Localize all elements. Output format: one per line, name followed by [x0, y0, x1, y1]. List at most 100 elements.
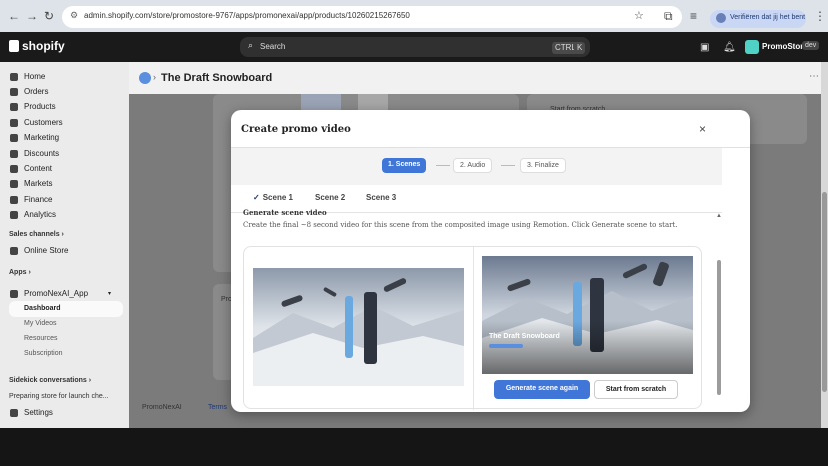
more-options-icon[interactable]: ⋯ — [809, 71, 819, 82]
sidebar: Home Orders Products Customers Marketing… — [0, 62, 129, 428]
tab-scene-1[interactable]: ✓ Scene 1 — [253, 193, 293, 202]
scene-video-preview[interactable]: The Draft Snowboard — [482, 256, 693, 374]
shopify-logo[interactable]: shopify — [9, 39, 65, 53]
sidebar-item-label: Customers — [24, 118, 63, 127]
sidebar-item-label: Orders — [24, 87, 49, 96]
start-from-scratch-button[interactable]: Start from scratch — [594, 380, 678, 399]
extensions-icon[interactable]: ⧉ — [664, 9, 673, 24]
browser-menu-icon[interactable]: ⋮ — [814, 9, 826, 23]
step-finalize[interactable]: 3. Finalize — [520, 158, 566, 173]
forward-icon[interactable]: → — [26, 9, 38, 23]
store-name[interactable]: PromoStore — [762, 42, 808, 51]
preview-caption: The Draft Snowboard — [489, 333, 560, 340]
sidebar-item-label: Products — [24, 102, 56, 111]
reload-icon[interactable]: ↻ — [44, 9, 54, 23]
page-scrollbar[interactable] — [821, 62, 828, 428]
sales-channels-heading[interactable]: Sales channels › — [9, 231, 64, 238]
sidekick-conversation-item[interactable]: Preparing store for launch che... — [9, 393, 109, 400]
tab-label: Scene 1 — [262, 193, 293, 202]
sidekick-label: Sidekick conversations — [9, 377, 87, 384]
sidebar-item-content[interactable]: Content — [10, 164, 52, 173]
sidebar-item-subscription[interactable]: Subscription — [24, 350, 63, 357]
sidebar-item-resources[interactable]: Resources — [24, 335, 57, 342]
step-scenes[interactable]: 1. Scenes — [382, 158, 427, 173]
shopify-topbar: shopify ⌕ Search CTRL K ▣ 🔔︎ PromoStore … — [0, 32, 828, 62]
home-icon — [10, 72, 18, 81]
sidebar-item-analytics[interactable]: Analytics — [10, 210, 56, 219]
sidebar-item-marketing[interactable]: Marketing — [10, 133, 59, 142]
sidebar-item-label: Home — [24, 72, 46, 81]
apps-heading[interactable]: Apps › — [9, 269, 31, 276]
search-placeholder: Search — [260, 42, 286, 51]
sidebar-item-customers[interactable]: Customers — [10, 118, 63, 127]
generate-scene-again-button[interactable]: Generate scene again — [494, 380, 590, 399]
modal-title: Create promo video — [241, 124, 351, 135]
reading-list-icon[interactable]: ≡ — [690, 9, 697, 23]
person-icon — [10, 118, 18, 127]
sidebar-item-label: Content — [24, 164, 53, 173]
sidekick-heading[interactable]: Sidekick conversations › — [9, 377, 91, 384]
sidebar-item-orders[interactable]: Orders — [10, 87, 48, 96]
footer-terms-link[interactable]: Terms — [208, 404, 227, 411]
discount-icon — [10, 149, 18, 158]
shopify-wordmark: shopify — [22, 39, 65, 53]
chevron-right-icon: › — [153, 72, 156, 82]
address-bar[interactable]: ⚙ admin.shopify.com/store/promostore-976… — [62, 6, 682, 28]
site-info-icon[interactable]: ⚙ — [70, 10, 78, 21]
store-icon — [10, 246, 18, 255]
page-scroll-thumb[interactable] — [822, 192, 827, 392]
bell-icon[interactable]: 🔔︎ — [723, 42, 736, 53]
footer-brand: PromoNexAI — [142, 404, 182, 411]
sidebar-item-finance[interactable]: Finance — [10, 195, 52, 204]
profile-icon — [716, 13, 726, 23]
back-icon[interactable]: ← — [8, 9, 20, 23]
sidebar-item-my-videos[interactable]: My Videos — [24, 320, 57, 327]
verify-identity-chip[interactable]: Verifiëren dat jij het bent — [710, 10, 806, 28]
scene-card: The Draft Snowboard Generate scene again… — [243, 246, 702, 410]
tab-scene-2[interactable]: Scene 2 — [315, 193, 345, 202]
shortcut-k: K — [574, 42, 586, 54]
close-icon[interactable]: × — [699, 122, 706, 136]
scroll-up-icon[interactable]: ▲ — [716, 213, 722, 219]
store-avatar[interactable] — [745, 40, 759, 54]
step-connector — [501, 165, 515, 166]
bank-icon — [10, 195, 18, 204]
inbox-icon[interactable]: ▣ — [700, 42, 709, 53]
sidebar-item-home[interactable]: Home — [10, 72, 45, 81]
sidebar-item-products[interactable]: Products — [10, 102, 56, 111]
app-icon — [10, 289, 18, 298]
chevron-down-icon: ▾ — [108, 291, 112, 297]
verify-text: Verifiëren dat jij het bent — [730, 14, 806, 21]
page-title: The Draft Snowboard — [161, 72, 273, 84]
apps-label: Apps — [9, 269, 27, 276]
search-input[interactable]: ⌕ Search CTRL K — [240, 37, 590, 57]
sidebar-item-label: Finance — [24, 195, 53, 204]
shopify-bag-icon — [9, 40, 19, 52]
sidebar-item-markets[interactable]: Markets — [10, 179, 52, 188]
orders-icon — [10, 87, 18, 96]
bookmark-star-icon[interactable]: ☆ — [634, 9, 644, 22]
sidebar-item-label: Analytics — [24, 210, 57, 219]
bottom-bar — [0, 428, 828, 466]
step-connector — [436, 165, 450, 166]
section-title: Generate scene video — [243, 208, 327, 217]
sidebar-item-label: Discounts — [24, 149, 60, 158]
modal-scroll-thumb[interactable] — [717, 260, 721, 395]
sidebar-item-label: Markets — [24, 179, 53, 188]
sidebar-item-app[interactable]: PromoNexAI_App ▾ — [10, 289, 111, 298]
app-logo-icon — [139, 72, 151, 84]
checkmark-icon: ✓ — [253, 193, 260, 202]
product-image-thumb — [301, 94, 341, 110]
step-audio[interactable]: 2. Audio — [453, 158, 493, 173]
sidebar-item-online-store[interactable]: Online Store — [10, 246, 68, 255]
sidebar-item-label: Online Store — [24, 246, 69, 255]
sidebar-item-label: PromoNexAI_App — [24, 289, 89, 298]
sidebar-item-settings[interactable]: Settings — [10, 408, 53, 417]
composited-image — [253, 268, 464, 386]
sidebar-item-discounts[interactable]: Discounts — [10, 149, 59, 158]
sidebar-item-dashboard[interactable]: Dashboard — [24, 305, 61, 312]
tab-scene-3[interactable]: Scene 3 — [366, 193, 396, 202]
create-promo-video-modal: Create promo video × 1. Scenes 2. Audio … — [231, 110, 750, 412]
chart-icon — [10, 210, 18, 219]
sidebar-item-label: Marketing — [24, 133, 60, 142]
